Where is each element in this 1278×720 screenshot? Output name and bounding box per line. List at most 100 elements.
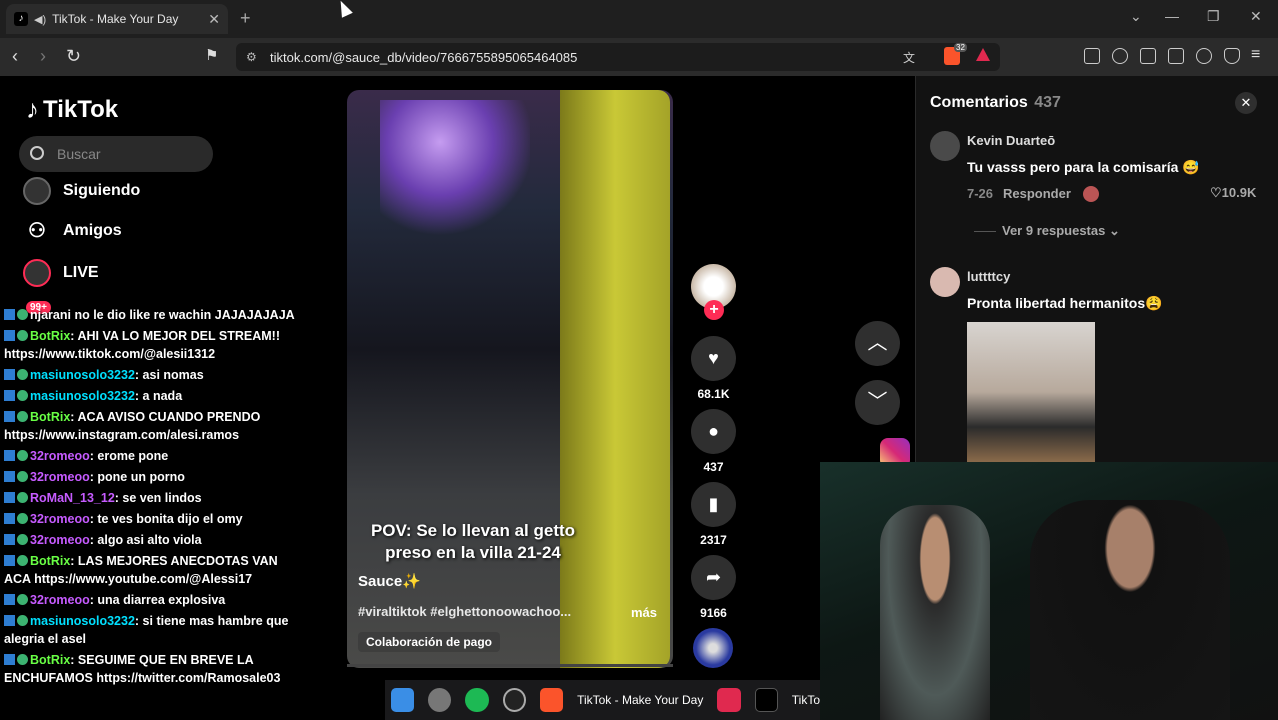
chat-text: algo asi alto viola (97, 533, 202, 547)
share-count: 9166 (700, 606, 727, 620)
chat-badge-icon (4, 450, 15, 461)
close-tab-icon[interactable]: ✕ (208, 11, 220, 28)
chat-badge-icon (4, 309, 15, 320)
chevron-up-icon: ︿ (867, 332, 888, 354)
chat-role-icon (17, 492, 28, 503)
chat-message: BotRix: LAS MEJORES ANECDOTAS VAN ACA ht… (4, 552, 304, 588)
comment-button[interactable]: ● (691, 409, 736, 454)
close-icon: ✕ (1240, 95, 1252, 110)
chat-badge-icon (4, 654, 15, 665)
video-progress-bar[interactable] (347, 664, 673, 667)
obs-icon[interactable] (502, 688, 526, 712)
follow-plus-icon[interactable]: + (704, 300, 724, 320)
taskbar-overlay: TikTok - Make Your Day TikTo (385, 680, 820, 720)
streamer-left (880, 505, 990, 720)
browser-tab[interactable]: ♪ ◀) TikTok - Make Your Day ✕ (6, 4, 228, 34)
menu-icon[interactable]: ≡ (1251, 46, 1260, 64)
tiktok-logo[interactable]: ♪ TikTok (26, 94, 118, 125)
site-info-icon[interactable]: ⚙ (246, 50, 257, 64)
chat-role-icon (17, 390, 28, 401)
comment-text: Tu vasss pero para la comisaría 😅 (967, 159, 1200, 175)
chat-role-icon (17, 594, 28, 605)
maximize-button[interactable]: ❐ (1207, 8, 1220, 25)
more-button[interactable]: más (631, 605, 657, 620)
taskbar-window-label[interactable]: TikTok - Make Your Day (577, 693, 703, 707)
sidebar-icon[interactable] (1140, 48, 1156, 64)
chat-badge-icon (4, 330, 15, 341)
app-icon[interactable] (428, 688, 452, 712)
reload-icon[interactable]: ↻ (66, 46, 81, 67)
like-button[interactable]: ♥ (691, 336, 736, 381)
chat-role-icon (17, 450, 28, 461)
tiktok-note-icon: ♪ (26, 94, 39, 124)
video-tags[interactable]: #viraltiktok #elghettonoowachoo... (358, 604, 571, 619)
music-disc-icon[interactable] (693, 628, 733, 668)
comment-username[interactable]: luttttcy (967, 269, 1010, 284)
spotify-icon[interactable] (465, 688, 489, 712)
chat-text: a nada (142, 389, 183, 403)
sidebar-item-label: Amigos (63, 221, 122, 239)
sidebar-item-amigos[interactable]: ⚇ Amigos (23, 218, 122, 243)
chat-role-icon (17, 309, 28, 320)
address-bar[interactable]: tiktok.com/@sauce_db/video/7666755895065… (236, 43, 1000, 71)
forward-icon[interactable]: › (40, 46, 46, 67)
chat-text: una diarrea explosiva (97, 593, 226, 607)
tiktok-app-icon[interactable] (754, 688, 778, 712)
close-comments-button[interactable]: ✕ (1235, 92, 1257, 114)
sidebar-item-live[interactable]: LIVE (23, 259, 99, 287)
brave-rewards-icon[interactable] (976, 48, 990, 61)
logo-text: TikTok (43, 95, 119, 123)
chat-message: masiunosolo3232: a nada (4, 387, 304, 405)
close-window-button[interactable]: ✕ (1250, 8, 1262, 25)
comment-icon: ● (708, 421, 719, 441)
view-replies-label: Ver 9 respuestas (1002, 223, 1106, 238)
previous-video-button[interactable]: ︿ (855, 321, 900, 366)
video-author[interactable]: Sauce✨ (358, 572, 421, 590)
search-input[interactable]: Buscar (19, 136, 213, 172)
chat-badge-icon (4, 369, 15, 380)
speaker-icon[interactable]: ◀) (34, 13, 46, 26)
wallet-icon[interactable] (1168, 48, 1184, 64)
windows-start-icon[interactable] (391, 688, 415, 712)
translate-icon[interactable]: 文 (903, 49, 915, 66)
chat-badge-icon (4, 594, 15, 605)
heart-outline-icon: ♡ (1210, 185, 1222, 200)
new-tab-button[interactable]: + (240, 8, 251, 29)
bookmark-icon[interactable]: ⚑ (205, 46, 218, 64)
comment-count: 437 (703, 460, 724, 474)
chat-message: 32romeoo: erome pone (4, 447, 304, 465)
commenter-avatar[interactable] (930, 267, 960, 297)
back-icon[interactable]: ‹ (12, 46, 18, 67)
vpn-icon[interactable] (1224, 48, 1240, 64)
brave-icon[interactable] (539, 688, 564, 712)
sidebar-item-siguiendo[interactable]: Siguiendo (23, 177, 140, 205)
extensions-icon[interactable] (1084, 48, 1100, 64)
chat-username: BotRix (30, 653, 71, 667)
share-button[interactable]: ➦ (691, 555, 736, 600)
chat-badge-icon (4, 492, 15, 503)
comments-title-text: Comentarios (930, 94, 1028, 111)
chat-badge-icon (4, 534, 15, 545)
comment-username[interactable]: Kevin Duarteō (967, 133, 1055, 148)
taskbar-window-label-2[interactable]: TikTo (792, 693, 820, 707)
chat-badge-icon (4, 615, 15, 626)
media-icon[interactable] (1112, 48, 1128, 64)
commenter-avatar[interactable] (930, 131, 960, 161)
tab-search-icon[interactable]: ⌄ (1130, 8, 1142, 25)
following-avatar-icon (23, 177, 51, 205)
chat-text: njarani no le dio like re wachin JAJAJAJ… (30, 308, 295, 322)
chat-username: masiunosolo3232 (30, 614, 135, 628)
chat-message: BotRix: SEGUIME QUE EN BREVE LA ENCHUFAM… (4, 651, 304, 687)
chat-message: 32romeoo: algo asi alto viola (4, 531, 304, 549)
chat-badge-icon (4, 390, 15, 401)
comment-photo[interactable] (967, 322, 1095, 462)
reply-button[interactable]: Responder (1003, 186, 1071, 201)
next-video-button[interactable]: ﹀ (855, 380, 900, 425)
shield-count-badge: 32 (954, 43, 967, 52)
app-red-icon[interactable] (717, 688, 741, 712)
view-replies-button[interactable]: Ver 9 respuestas ⌄ (974, 223, 1120, 239)
minimize-button[interactable]: — (1165, 8, 1179, 24)
leo-ai-icon[interactable] (1196, 48, 1212, 64)
comment-like-button[interactable]: ♡10.9K (1210, 185, 1256, 201)
save-button[interactable]: ▮ (691, 482, 736, 527)
